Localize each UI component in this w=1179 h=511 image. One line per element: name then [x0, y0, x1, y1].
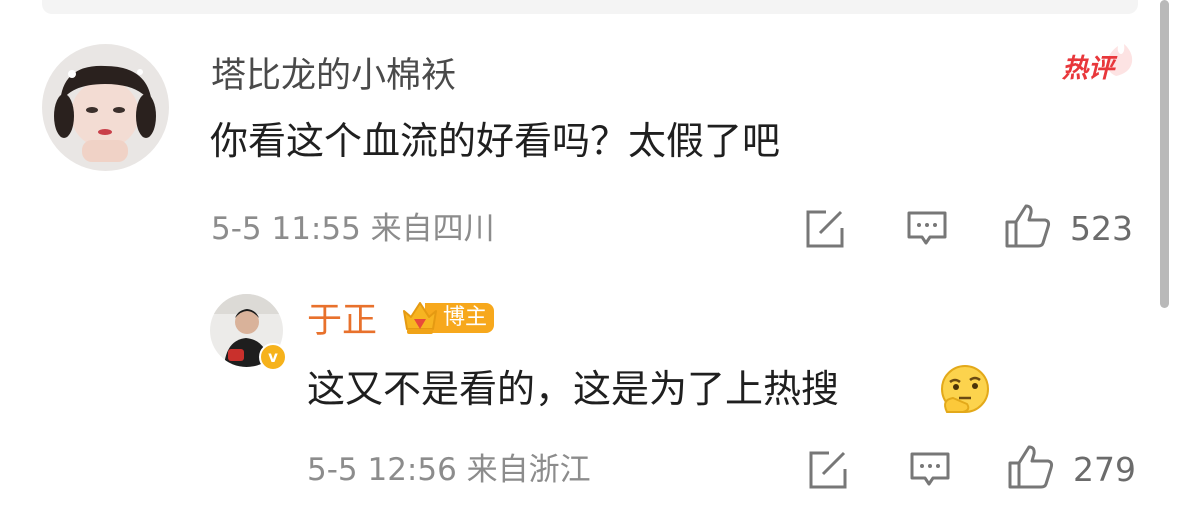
edit-icon: [806, 210, 844, 248]
comment-icon: [910, 452, 950, 486]
repost-button[interactable]: [807, 450, 849, 494]
like-count: 523: [1070, 209, 1133, 248]
hot-comment-badge: 热评: [1058, 36, 1138, 88]
username[interactable]: 塔比龙的小棉袄: [211, 56, 456, 96]
scrollbar[interactable]: [1160, 0, 1169, 308]
blogger-badge: 博主: [401, 297, 494, 339]
like-button[interactable]: [1007, 444, 1055, 494]
comment-meta: 5-5 12:56 来自浙江: [307, 452, 591, 488]
previous-card-edge: [42, 0, 1138, 14]
verified-badge-icon: v: [259, 343, 287, 371]
comment-icon: [907, 211, 947, 245]
edit-icon: [809, 451, 847, 489]
hot-comment-label: 热评: [1062, 54, 1115, 84]
thumbs-up-icon: [1005, 204, 1051, 248]
repost-button[interactable]: [804, 209, 846, 253]
author-username[interactable]: 于正: [307, 301, 377, 341]
reply-button[interactable]: [906, 210, 948, 252]
comment-text: 这又不是看的，这是为了上热搜: [307, 366, 839, 412]
crown-icon: [403, 302, 437, 334]
thumbs-up-icon: [1008, 445, 1054, 489]
thinking-face-icon: [937, 364, 993, 420]
comment-meta: 5-5 11:55 来自四川: [211, 211, 495, 247]
like-count: 279: [1073, 450, 1136, 489]
like-button[interactable]: [1004, 203, 1052, 253]
avatar[interactable]: [42, 44, 169, 171]
comment-text: 你看这个血流的好看吗？太假了吧: [210, 119, 781, 163]
comment-text-body: 这又不是看的，这是为了上热搜: [307, 367, 840, 411]
reply-button[interactable]: [909, 451, 951, 493]
blogger-badge-label: 博主: [443, 305, 488, 330]
